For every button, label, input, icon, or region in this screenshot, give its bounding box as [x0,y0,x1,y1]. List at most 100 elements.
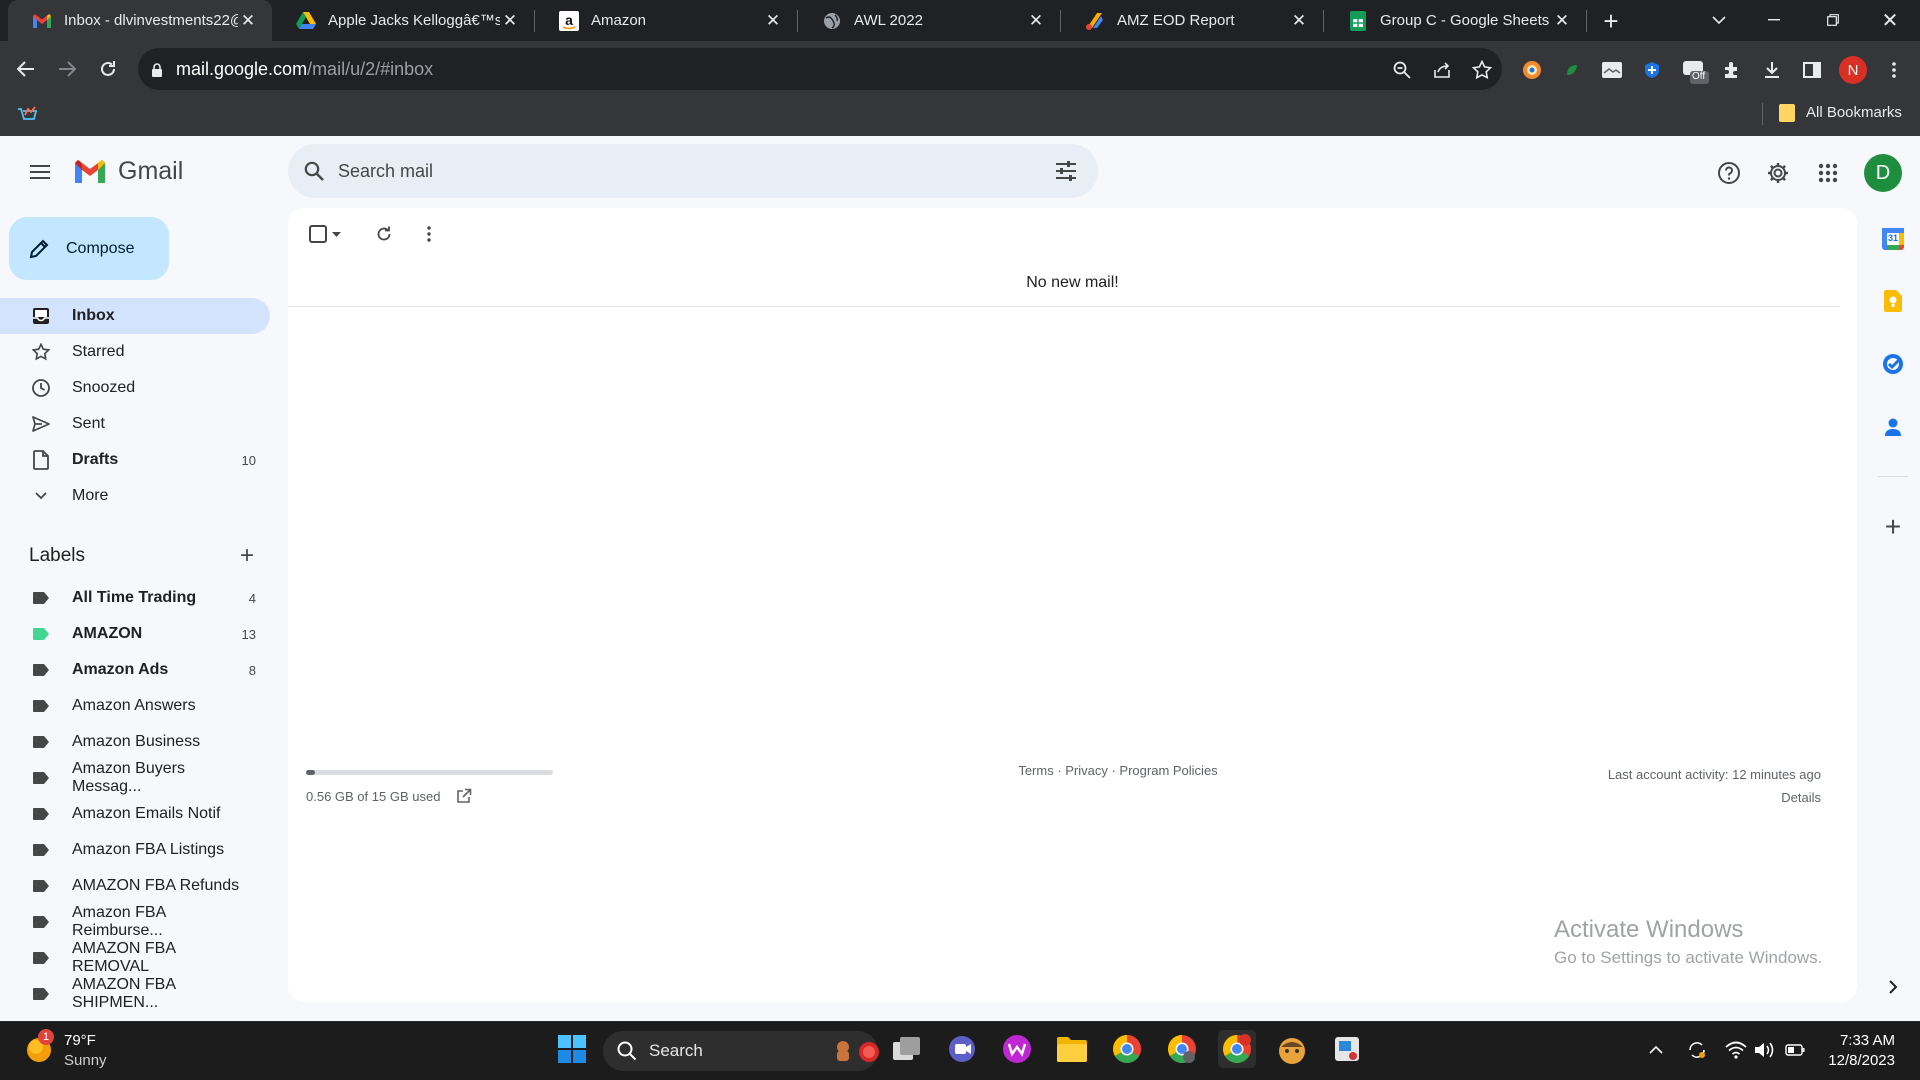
sidebar-item-starred[interactable]: Starred [0,334,270,370]
label-item[interactable]: AMAZON FBA REMOVAL [0,940,270,976]
chrome-profile-icon[interactable] [1163,1030,1201,1068]
lock-icon[interactable] [150,62,164,78]
get-addons-button[interactable]: + [1882,511,1904,542]
details-link[interactable]: Details [1608,786,1821,809]
taskbar-search[interactable]: Search [603,1031,879,1071]
keep-icon[interactable] [1882,290,1904,312]
new-tab-button[interactable]: + [1598,8,1624,34]
search-bar[interactable]: Search mail [288,144,1098,198]
side-panel-icon[interactable] [1800,58,1824,82]
tab-inbox[interactable]: Inbox - dlvinvestments22@ ✕ [8,0,272,41]
add-label-button[interactable]: + [240,544,254,568]
profile-avatar[interactable]: N [1839,56,1867,84]
select-dropdown-icon[interactable] [330,228,342,240]
label-item[interactable]: Amazon Buyers Messag... [0,760,270,796]
sidebar-item-drafts[interactable]: Drafts 10 [0,442,270,478]
zoom-icon[interactable] [1390,58,1414,82]
help-icon[interactable] [1716,160,1742,186]
sidebar-item-sent[interactable]: Sent [0,406,270,442]
tab-awl-2022[interactable]: AWL 2022 ✕ [798,0,1060,41]
forward-button[interactable] [55,57,79,81]
more-actions-icon[interactable] [418,223,440,245]
close-icon[interactable]: ✕ [1026,11,1046,31]
tasks-icon[interactable] [1882,353,1904,375]
taskbar-clock[interactable]: 7:33 AM 12/8/2023 [1828,1031,1895,1071]
label-item[interactable]: Amazon FBA Reimburse... [0,904,270,940]
label-item[interactable]: AMAZON FBA SHIPMEN... [0,976,270,1012]
extension-leaf-icon[interactable] [1560,58,1584,82]
chrome-active-icon[interactable] [1218,1030,1256,1068]
label-item[interactable]: Amazon Business [0,724,270,760]
contacts-icon[interactable] [1882,416,1904,438]
task-view-icon[interactable] [888,1030,926,1068]
reload-button[interactable] [96,57,120,81]
bookmark-star-icon[interactable] [1470,58,1494,82]
tab-amz-eod-report[interactable]: AMZ EOD Report ✕ [1061,0,1323,41]
teams-chat-icon[interactable] [943,1030,981,1068]
compose-button[interactable]: Compose [9,217,169,280]
folder-icon[interactable] [1778,103,1796,123]
battery-icon[interactable] [1783,1038,1807,1062]
wps-office-icon[interactable] [998,1030,1036,1068]
label-item[interactable]: All Time Trading 4 [0,580,270,616]
search-input[interactable]: Search mail [338,161,433,182]
volume-icon[interactable] [1753,1038,1777,1062]
calendar-icon[interactable]: 31 [1882,228,1904,250]
share-icon[interactable] [1430,58,1454,82]
snipping-tool-icon[interactable] [1328,1030,1366,1068]
sidebar-item-snoozed[interactable]: Snoozed [0,370,270,406]
select-all-checkbox[interactable] [308,224,328,244]
gmail-logo-icon[interactable] [72,158,108,186]
open-external-icon[interactable] [456,788,472,804]
label-item[interactable]: Amazon Answers [0,688,270,724]
game-app-icon[interactable] [1273,1030,1311,1068]
windows-start-icon[interactable] [553,1030,591,1068]
restore-button[interactable] [1821,8,1845,32]
close-icon[interactable]: ✕ [500,11,520,31]
minimize-button[interactable] [1762,8,1786,32]
weather-widget[interactable]: 79°F Sunny [64,1031,107,1071]
close-icon[interactable]: ✕ [763,11,783,31]
footer-links[interactable]: Terms · Privacy · Program Policies [960,763,1276,778]
tab-search-chevron-icon[interactable] [1707,8,1731,32]
tab-apple-jacks[interactable]: Apple Jacks Kelloggâ€™s B ✕ [272,0,534,41]
download-icon[interactable] [1760,58,1784,82]
all-bookmarks-label[interactable]: All Bookmarks [1806,104,1902,121]
wifi-icon[interactable] [1724,1038,1748,1062]
sync-icon[interactable] [1685,1038,1709,1062]
bookmark-app-icon[interactable] [16,104,38,126]
close-icon[interactable]: ✕ [1552,11,1572,31]
hide-panel-chevron-icon[interactable] [1882,976,1904,998]
label-item[interactable]: AMAZON FBA Refunds [0,868,270,904]
back-button[interactable] [14,57,38,81]
url-text[interactable]: mail.google.com/mail/u/2/#inbox [176,59,433,80]
tab-group-c-sheets[interactable]: Group C - Google Sheets ✕ [1324,0,1586,41]
search-options-icon[interactable] [1054,159,1078,183]
close-icon[interactable]: ✕ [1289,11,1309,31]
search-icon[interactable] [302,159,326,183]
file-explorer-icon[interactable] [1053,1030,1091,1068]
close-icon[interactable]: ✕ [238,11,258,31]
sidebar-item-more[interactable]: More [0,478,270,514]
gmail-logo-text[interactable]: Gmail [118,157,183,186]
extensions-puzzle-icon[interactable] [1720,58,1744,82]
account-avatar[interactable]: D [1864,154,1902,192]
extension-off-icon[interactable]: Off [1680,56,1710,86]
browser-menu-icon[interactable] [1884,58,1904,82]
label-item[interactable]: AMAZON 13 [0,616,270,652]
extension-shield-icon[interactable] [1640,58,1664,82]
tray-chevron-up-icon[interactable] [1646,1040,1666,1060]
extension-circle-icon[interactable] [1520,58,1544,82]
main-menu-icon[interactable] [28,160,52,184]
close-window-button[interactable]: ✕ [1878,8,1902,32]
settings-gear-icon[interactable] [1765,160,1791,186]
label-item[interactable]: Amazon FBA Listings [0,832,270,868]
chrome-icon[interactable] [1108,1030,1146,1068]
tab-amazon[interactable]: a Amazon ✕ [535,0,797,41]
label-item[interactable]: Amazon Emails Notif [0,796,270,832]
sidebar-item-inbox[interactable]: Inbox [0,298,270,334]
refresh-icon[interactable] [373,223,395,245]
apps-grid-icon[interactable] [1815,160,1841,186]
extension-card-icon[interactable] [1600,58,1624,82]
label-item[interactable]: Amazon Ads 8 [0,652,270,688]
